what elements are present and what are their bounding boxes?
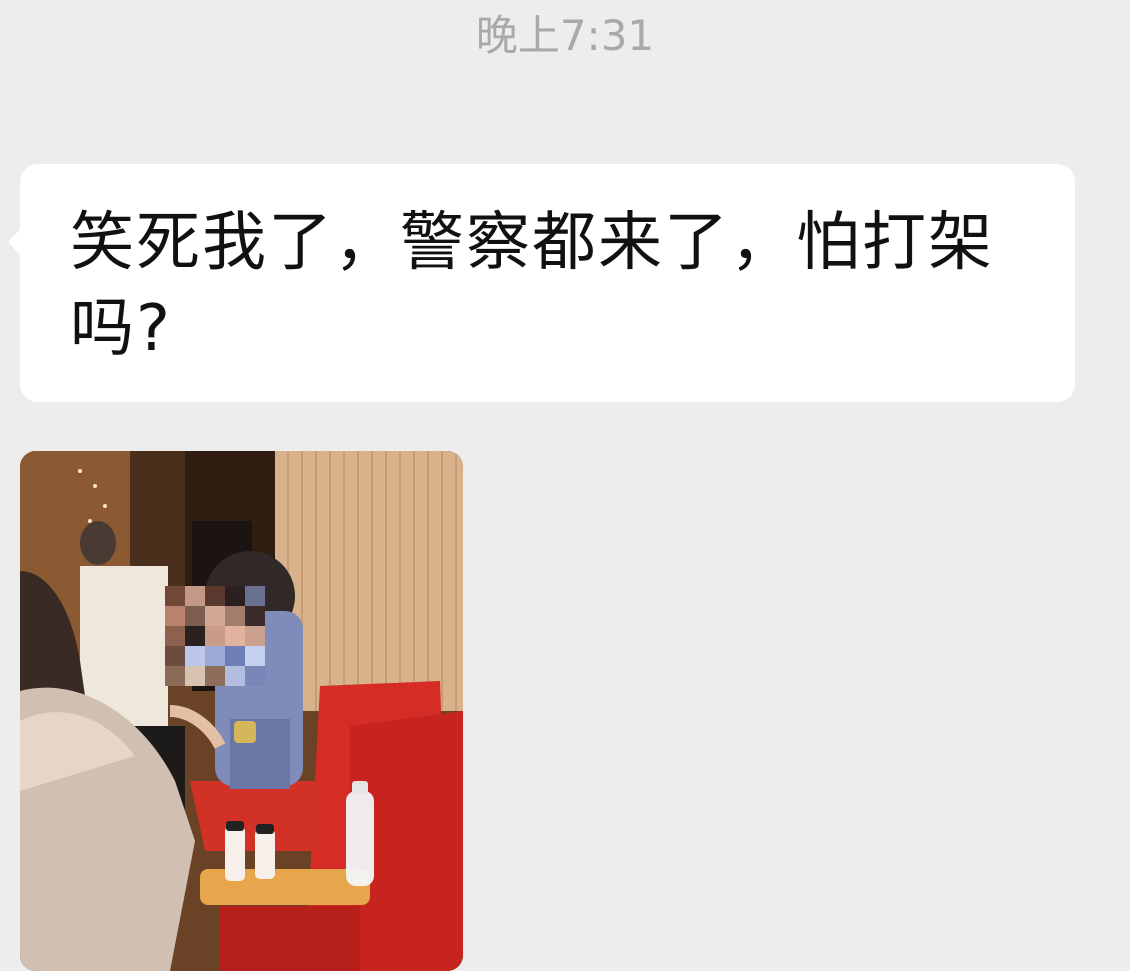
bubble-tail [8, 228, 21, 256]
message-text: 笑死我了，警察都来了，怕打架吗? [70, 206, 994, 366]
image-message[interactable] [20, 451, 463, 971]
photo-thumbnail-icon [20, 451, 463, 971]
message-timestamp: 晚上7:31 [475, 11, 655, 60]
incoming-message-bubble[interactable]: 笑死我了，警察都来了，怕打架吗? [8, 164, 1075, 402]
